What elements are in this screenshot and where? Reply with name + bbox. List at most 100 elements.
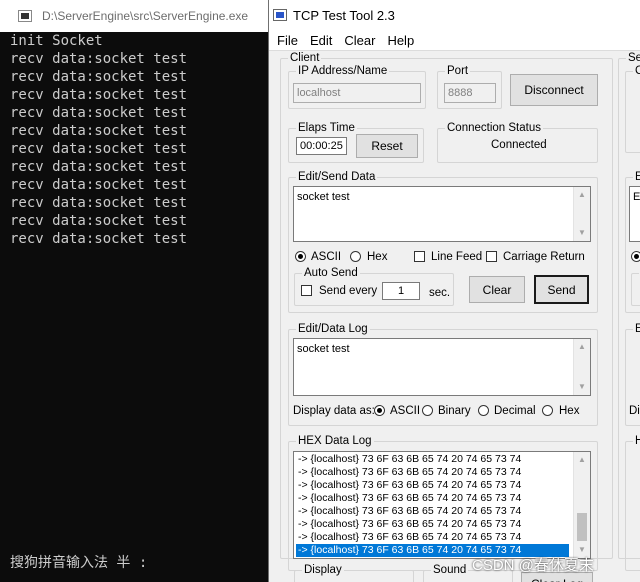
display-binary-radio[interactable] [422,405,433,416]
send-every-checkbox[interactable] [301,285,312,296]
display-data-as-label: Display data as: [293,405,375,417]
scroll-up-icon[interactable]: ▲ [574,339,590,355]
hex-log-row[interactable]: -> {localhost} 73 6F 63 6B 65 74 20 74 6… [298,492,521,505]
tcp-title: TCP Test Tool 2.3 [293,7,395,23]
console-line: recv data:socket test [10,213,188,229]
server-current-group: Cu [625,64,640,153]
server-current-label: Cu [633,64,640,78]
console-output: init Socket recv data:socket test recv dat… [10,32,187,248]
display-hex-label: Hex [559,405,580,417]
auto-send-label: Auto Send [302,266,360,280]
ip-address-field[interactable]: localhost [293,83,421,103]
tcp-client-area: Client IP Address/Name localhost Port 88… [269,50,640,582]
disconnect-button[interactable]: Disconnect [510,74,598,106]
scroll-down-icon[interactable]: ▼ [574,379,590,395]
display-ascii-label: ASCII [390,405,421,417]
server-hex-log-group: HE [625,434,640,571]
send-data-text: socket test [297,191,350,203]
ime-status-text: 搜狗拼音输入法 半 : [10,555,148,571]
display-hex-radio[interactable] [542,405,553,416]
menu-bar: File Edit Clear Help [269,30,640,50]
console-line: recv data:socket test [10,87,188,103]
clear-send-button[interactable]: Clear [469,276,525,303]
tcp-test-tool-window: TCP Test Tool 2.3 File Edit Clear Help C… [268,0,640,582]
server-ascii-radio[interactable] [631,251,640,262]
hex-label: Hex [367,251,388,263]
display-decimal-radio[interactable] [478,405,489,416]
tcp-app-icon [273,9,287,21]
console-line: recv data:socket test [10,159,188,175]
display-binary-label: Binary [438,405,471,417]
data-log-textarea[interactable]: socket test ▲ ▼ [293,338,591,396]
display-label: Display [302,563,344,577]
menu-clear[interactable]: Clear [338,33,381,48]
elaps-time-label: Elaps Time [296,121,357,135]
reset-button[interactable]: Reset [356,134,418,158]
display-group: Display [294,563,414,582]
scroll-down-icon[interactable]: ▼ [574,225,590,241]
data-log-text: socket test [297,343,350,355]
menu-help[interactable]: Help [381,33,420,48]
menu-file[interactable]: File [269,33,304,48]
display-decimal-label: Decimal [494,405,536,417]
ip-address-label: IP Address/Name [296,64,390,78]
console-line: recv data:socket test [10,69,188,85]
hex-log-scrollbar[interactable]: ▲ ▼ [573,452,590,558]
server-send-textarea[interactable]: Er [629,186,640,242]
scroll-up-icon[interactable]: ▲ [574,187,590,203]
send-data-scrollbar[interactable]: ▲ ▼ [573,187,590,241]
hex-log-row[interactable]: -> {localhost} 73 6F 63 6B 65 74 20 74 6… [298,505,521,518]
ascii-radio[interactable] [295,251,306,262]
console-app-icon [18,10,32,22]
send-every-label: Send every [319,285,378,297]
server-edit-label: Ec [633,170,640,184]
elaps-time-field: 00:00:25 [296,137,347,155]
hex-radio[interactable] [350,251,361,262]
menu-edit[interactable]: Edit [304,33,338,48]
send-interval-field[interactable]: 1 [382,282,420,300]
server-hex-log-label: HE [633,434,640,448]
console-line: init Socket [10,33,103,49]
watermark: CSDN @春休夏末 [472,557,594,574]
server-display-label: Dis [629,405,640,417]
send-data-textarea[interactable]: socket test ▲ ▼ [293,186,591,242]
hex-log-row[interactable]: -> {localhost} 73 6F 63 6B 65 74 20 74 6… [298,531,521,544]
sec-label: sec. [429,287,451,299]
carriage-return-label: Carriage Return [503,251,585,263]
client-legend: Client [288,51,322,65]
data-log-scrollbar[interactable]: ▲ ▼ [573,339,590,395]
hex-log-row[interactable]: -> {localhost} 73 6F 63 6B 65 74 20 74 6… [298,466,521,479]
edit-data-log-label: Edit/Data Log [296,322,370,336]
hex-log-row[interactable]: -> {localhost} 73 6F 63 6B 65 74 20 74 6… [298,479,521,492]
hex-log-row[interactable]: -> {localhost} 73 6F 63 6B 65 74 20 74 6… [298,518,521,531]
display-ascii-radio[interactable] [374,405,385,416]
scrollbar-thumb[interactable] [577,513,587,541]
send-interval-value: 1 [397,285,405,297]
hex-data-log-label: HEX Data Log [296,434,374,448]
connection-status-label: Connection Status [445,121,543,135]
server-legend: Serv [626,51,640,65]
console-line: recv data:socket test [10,195,188,211]
ascii-label: ASCII [311,251,342,263]
server-edit-log-label: Ec [633,322,640,336]
hex-log-row[interactable]: -> {localhost} 73 6F 63 6B 65 74 20 74 6… [298,453,521,466]
console-title: D:\ServerEngine\src\ServerEngine.exe [42,9,249,23]
connection-status-value: Connected [491,139,547,151]
line-feed-checkbox[interactable] [414,251,425,262]
port-field[interactable]: 8888 [444,83,496,103]
send-button[interactable]: Send [534,275,589,304]
sound-label: Sound [431,563,469,577]
tcp-titlebar[interactable]: TCP Test Tool 2.3 [269,0,640,30]
carriage-return-checkbox[interactable] [486,251,497,262]
console-line: recv data:socket test [10,51,188,67]
console-window: D:\ServerEngine\src\ServerEngine.exe ini… [0,0,268,582]
port-label: Port [445,64,471,78]
console-line: recv data:socket test [10,231,188,247]
server-send-text: Er [633,191,640,203]
console-line: recv data:socket test [10,105,188,121]
line-feed-label: Line Feed [431,251,483,263]
scroll-up-icon[interactable]: ▲ [574,452,590,468]
console-titlebar[interactable]: D:\ServerEngine\src\ServerEngine.exe [0,0,268,32]
console-line: recv data:socket test [10,177,188,193]
hex-data-log-list[interactable]: -> {localhost} 73 6F 63 6B 65 74 20 74 6… [293,451,591,559]
